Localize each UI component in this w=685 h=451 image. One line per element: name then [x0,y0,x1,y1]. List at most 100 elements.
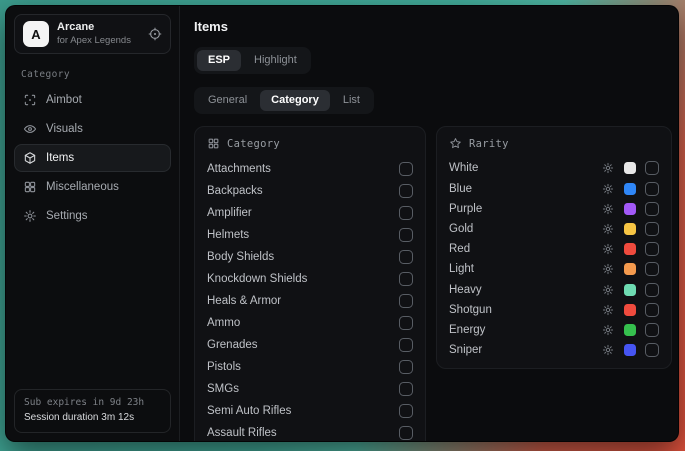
target-icon[interactable] [148,27,162,41]
layout-grid-icon [23,180,37,194]
view-tabs: GeneralCategoryList [194,87,374,114]
rarity-settings-gear-icon[interactable] [602,223,614,235]
rarity-settings-gear-icon[interactable] [602,304,614,316]
shotgun-color-swatch[interactable] [624,304,636,316]
rarity-settings-gear-icon[interactable] [602,203,614,215]
brand-subtitle: for Apex Legends [57,35,140,47]
rarity-row-label: Purple [449,203,602,215]
gold-color-swatch[interactable] [624,223,636,235]
category-row-knockdown-shields: Knockdown Shields [207,268,413,290]
rarity-row-red: Red [449,239,659,259]
helmets-checkbox[interactable] [399,228,413,242]
sniper-checkbox[interactable] [645,343,659,357]
blue-checkbox[interactable] [645,182,659,196]
rarity-panel: Rarity WhiteBluePurpleGoldRedLightHeavyS… [436,126,672,369]
cheat-menu-window: A Arcane for Apex Legends Category Aimbo… [5,5,679,442]
category-row-helmets: Helmets [207,224,413,246]
sidebar-item-label: Aimbot [46,94,82,106]
star-icon [449,137,462,150]
sidebar-item-label: Visuals [46,123,83,135]
rarity-row-shotgun: Shotgun [449,300,659,320]
rarity-row-purple: Purple [449,199,659,219]
energy-color-swatch[interactable] [624,324,636,336]
category-row-label: SMGs [207,383,399,395]
category-panel: Category AttachmentsBackpacksAmplifierHe… [194,126,426,442]
sidebar-item-label: Items [46,152,74,164]
rarity-settings-gear-icon[interactable] [602,263,614,275]
gold-checkbox[interactable] [645,222,659,236]
shotgun-checkbox[interactable] [645,303,659,317]
light-color-swatch[interactable] [624,263,636,275]
rarity-settings-gear-icon[interactable] [602,183,614,195]
amplifier-checkbox[interactable] [399,206,413,220]
rarity-settings-gear-icon[interactable] [602,284,614,296]
heavy-checkbox[interactable] [645,283,659,297]
rarity-settings-gear-icon[interactable] [602,344,614,356]
rarity-row-label: Shotgun [449,304,602,316]
rarity-panel-title: Rarity [469,138,509,150]
tab-esp[interactable]: ESP [197,50,241,71]
category-row-semi-auto-rifles: Semi Auto Rifles [207,400,413,422]
session-duration-text: Session duration 3m 12s [24,410,161,425]
rarity-row-label: Light [449,263,602,275]
rarity-settings-gear-icon[interactable] [602,162,614,174]
rarity-row-light: Light [449,259,659,279]
energy-checkbox[interactable] [645,323,659,337]
rarity-row-sniper: Sniper [449,340,659,360]
category-list: AttachmentsBackpacksAmplifierHelmetsBody… [207,158,413,442]
red-checkbox[interactable] [645,242,659,256]
white-checkbox[interactable] [645,161,659,175]
main-content: Items ESPHighlight GeneralCategoryList [180,6,679,441]
sidebar: A Arcane for Apex Legends Category Aimbo… [6,6,180,441]
grid-icon [207,137,220,150]
category-row-label: Heals & Armor [207,295,399,307]
category-panel-header: Category [207,137,413,150]
rarity-settings-gear-icon[interactable] [602,324,614,336]
sidebar-item-aimbot[interactable]: Aimbot [14,86,171,114]
rarity-settings-gear-icon[interactable] [602,243,614,255]
brand-text: Arcane for Apex Legends [57,21,140,47]
pistols-checkbox[interactable] [399,360,413,374]
rarity-list: WhiteBluePurpleGoldRedLightHeavyShotgunE… [449,158,659,360]
red-color-swatch[interactable] [624,243,636,255]
smgs-checkbox[interactable] [399,382,413,396]
tab-category[interactable]: Category [260,90,330,111]
knockdown-shields-checkbox[interactable] [399,272,413,286]
assault-rifles-checkbox[interactable] [399,426,413,440]
body-shields-checkbox[interactable] [399,250,413,264]
tab-general[interactable]: General [197,90,258,111]
attachments-checkbox[interactable] [399,162,413,176]
sidebar-item-miscellaneous[interactable]: Miscellaneous [14,173,171,201]
sidebar-item-items[interactable]: Items [14,144,171,172]
heals-armor-checkbox[interactable] [399,294,413,308]
light-checkbox[interactable] [645,262,659,276]
category-row-label: Grenades [207,339,399,351]
category-row-label: Backpacks [207,185,399,197]
sub-expires-text: Sub expires in 9d 23h [24,396,161,410]
rarity-row-gold: Gold [449,219,659,239]
sniper-color-swatch[interactable] [624,344,636,356]
purple-checkbox[interactable] [645,202,659,216]
eye-icon [23,122,37,136]
category-row-label: Body Shields [207,251,399,263]
semi-auto-rifles-checkbox[interactable] [399,404,413,418]
white-color-swatch[interactable] [624,162,636,174]
grenades-checkbox[interactable] [399,338,413,352]
rarity-row-label: Red [449,243,602,255]
sidebar-item-visuals[interactable]: Visuals [14,115,171,143]
mode-tabs: ESPHighlight [194,47,311,74]
heavy-color-swatch[interactable] [624,284,636,296]
tab-highlight[interactable]: Highlight [243,50,308,71]
category-row-heals-armor: Heals & Armor [207,290,413,312]
blue-color-swatch[interactable] [624,183,636,195]
purple-color-swatch[interactable] [624,203,636,215]
ammo-checkbox[interactable] [399,316,413,330]
rarity-row-label: Heavy [449,284,602,296]
crosshair-icon [23,93,37,107]
sidebar-item-settings[interactable]: Settings [14,202,171,230]
category-row-backpacks: Backpacks [207,180,413,202]
tab-list[interactable]: List [332,90,371,111]
rarity-row-label: White [449,162,602,174]
backpacks-checkbox[interactable] [399,184,413,198]
category-row-body-shields: Body Shields [207,246,413,268]
